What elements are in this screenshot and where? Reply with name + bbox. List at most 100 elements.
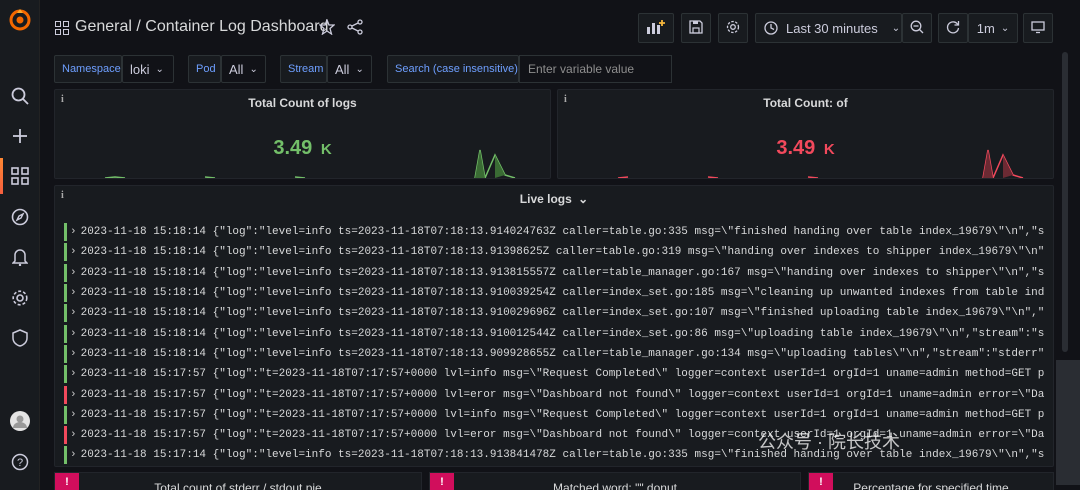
avatar-icon[interactable] (10, 411, 30, 431)
chevron-right-icon[interactable]: › (70, 389, 77, 401)
top-navbar: General / Container Log Dashboard Last 3… (40, 0, 1080, 54)
gear-icon[interactable] (10, 288, 30, 308)
compass-icon[interactable] (10, 207, 30, 227)
log-row[interactable]: › 2023-11-18 15:18:14 {"log":"level=info … (64, 344, 1045, 364)
tv-mode-button[interactable] (1023, 13, 1053, 43)
chevron-down-icon: ⌄ (1000, 22, 1010, 34)
pod-select[interactable]: All ⌄ (221, 55, 266, 83)
share-icon[interactable] (347, 19, 363, 40)
dashboards-grid-icon[interactable] (55, 21, 69, 40)
namespace-label: Namespace (54, 55, 122, 83)
chevron-right-icon[interactable]: › (70, 348, 77, 360)
panel-title-text: Live logs (519, 192, 572, 206)
log-message: 2023-11-18 15:17:57 {"log":"t=2023-11-18… (80, 408, 1045, 421)
search-label: Search (case insensitive) (387, 55, 519, 83)
stat-panel-total-count: i Total Count of logs 3.49 K (54, 89, 551, 179)
breadcrumb-separator: / (136, 18, 141, 35)
page-title[interactable]: Container Log Dashboard (145, 18, 328, 35)
zoom-out-icon (910, 20, 924, 37)
log-level-indicator (64, 426, 67, 445)
panel-title[interactable]: Total count of stderr / stdout pie (55, 481, 421, 490)
stream-value: All (335, 61, 350, 77)
clock-icon (764, 21, 778, 35)
chevron-right-icon[interactable]: › (70, 429, 77, 441)
bottom-panel-matched-word: ! Matched word: "" donut (429, 472, 801, 490)
stream-select[interactable]: All ⌄ (327, 55, 372, 83)
star-icon[interactable] (318, 18, 336, 40)
chevron-down-icon: ⌄ (355, 63, 364, 75)
logs-panel: i Live logs ⌄ › 2023-11-18 15:18:14 {"log… (54, 185, 1054, 467)
breadcrumb-folder[interactable]: General (75, 18, 132, 35)
save-dashboard-button[interactable] (681, 13, 711, 43)
panel-title[interactable]: Percentage for specified time (809, 481, 1053, 490)
chevron-right-icon[interactable]: › (70, 328, 77, 340)
time-range-picker[interactable]: Last 30 minutes ⌄ (755, 13, 902, 43)
log-row[interactable]: › 2023-11-18 15:18:14 {"log":"level=info … (64, 242, 1045, 262)
dashboard-settings-button[interactable] (718, 13, 748, 43)
bottom-panel-stderr-stdout: ! Total count of stderr / stdout pie (54, 472, 422, 490)
log-row[interactable]: › 2023-11-18 15:18:14 {"log":"level=info … (64, 303, 1045, 323)
chevron-right-icon[interactable]: › (70, 226, 77, 238)
log-row[interactable]: › 2023-11-18 15:18:14 {"log":"level=info … (64, 323, 1045, 343)
plus-icon[interactable] (10, 126, 30, 146)
refresh-button[interactable] (938, 13, 968, 43)
scrollbar[interactable] (1062, 52, 1068, 352)
floating-widget[interactable] (1056, 360, 1080, 485)
search-input[interactable] (519, 55, 672, 83)
namespace-select[interactable]: loki ⌄ (122, 55, 174, 83)
log-message: 2023-11-18 15:18:14 {"log":"level=info t… (80, 266, 1045, 279)
chevron-right-icon[interactable]: › (70, 307, 77, 319)
panel-title[interactable]: Matched word: "" donut (430, 481, 800, 490)
grafana-app: ? General / Container Log Dashboard Last… (0, 0, 1080, 490)
chevron-right-icon[interactable]: › (70, 409, 77, 421)
chevron-right-icon[interactable]: › (70, 368, 77, 380)
grafana-logo-icon[interactable] (8, 8, 32, 32)
monitor-icon (1031, 20, 1045, 37)
log-level-indicator (64, 324, 67, 343)
chevron-right-icon[interactable]: › (70, 267, 77, 279)
bell-icon[interactable] (10, 247, 30, 267)
log-row[interactable]: › 2023-11-18 15:18:14 {"log":"level=info … (64, 283, 1045, 303)
log-message: 2023-11-18 15:18:14 {"log":"level=info t… (80, 327, 1045, 340)
log-message: 2023-11-18 15:17:57 {"log":"t=2023-11-18… (80, 388, 1045, 401)
sparkline-green (104, 149, 516, 178)
panel-title[interactable]: Total Count: of (558, 96, 1053, 110)
shield-icon[interactable] (10, 328, 30, 348)
log-row[interactable]: › 2023-11-18 15:17:57 {"log":"t=2023-11-1… (64, 364, 1045, 384)
time-range-label: Last 30 minutes (786, 20, 878, 36)
stream-label: Stream (280, 55, 327, 83)
log-message: 2023-11-18 15:17:14 {"log":"level=info t… (80, 449, 1045, 462)
pod-label: Pod (188, 55, 221, 83)
add-panel-button[interactable] (638, 13, 674, 43)
log-message: 2023-11-18 15:17:57 {"log":"t=2023-11-18… (80, 429, 1045, 442)
chevron-down-icon: ⌄ (891, 22, 901, 34)
zoom-out-button[interactable] (902, 13, 932, 43)
log-row[interactable]: › 2023-11-18 15:18:14 {"log":"level=info … (64, 263, 1045, 283)
panel-title[interactable]: Total Count of logs (55, 96, 550, 110)
chevron-right-icon[interactable]: › (70, 287, 77, 299)
log-row[interactable]: › 2023-11-18 15:17:57 {"log":"t=2023-11-1… (64, 384, 1045, 404)
svg-text:?: ? (17, 457, 23, 469)
refresh-icon (946, 20, 960, 37)
save-icon (689, 19, 703, 37)
gear-icon (726, 20, 740, 37)
log-level-indicator (64, 223, 67, 242)
panel-title[interactable]: Live logs ⌄ (55, 192, 1053, 206)
watermark: 公众号 · 院长技术 (758, 432, 900, 452)
log-row[interactable]: › 2023-11-18 15:18:14 {"log":"level=info … (64, 222, 1045, 242)
log-message: 2023-11-18 15:18:14 {"log":"level=info t… (80, 287, 1045, 300)
log-row[interactable]: › 2023-11-18 15:17:57 {"log":"t=2023-11-1… (64, 405, 1045, 425)
help-icon[interactable]: ? (10, 452, 30, 472)
chevron-right-icon[interactable]: › (70, 246, 77, 258)
apps-grid-icon[interactable] (10, 166, 30, 186)
refresh-interval-label: 1m (976, 20, 995, 36)
log-level-indicator (64, 284, 67, 303)
chevron-right-icon[interactable]: › (70, 449, 77, 461)
sparkline-red (617, 149, 1024, 178)
log-level-indicator (64, 365, 67, 384)
refresh-interval-picker[interactable]: 1m ⌄ (968, 13, 1018, 43)
log-level-indicator (64, 304, 67, 323)
bottom-panel-percentage: ! Percentage for specified time (808, 472, 1054, 490)
search-icon[interactable] (10, 86, 30, 106)
log-level-indicator (64, 385, 67, 404)
